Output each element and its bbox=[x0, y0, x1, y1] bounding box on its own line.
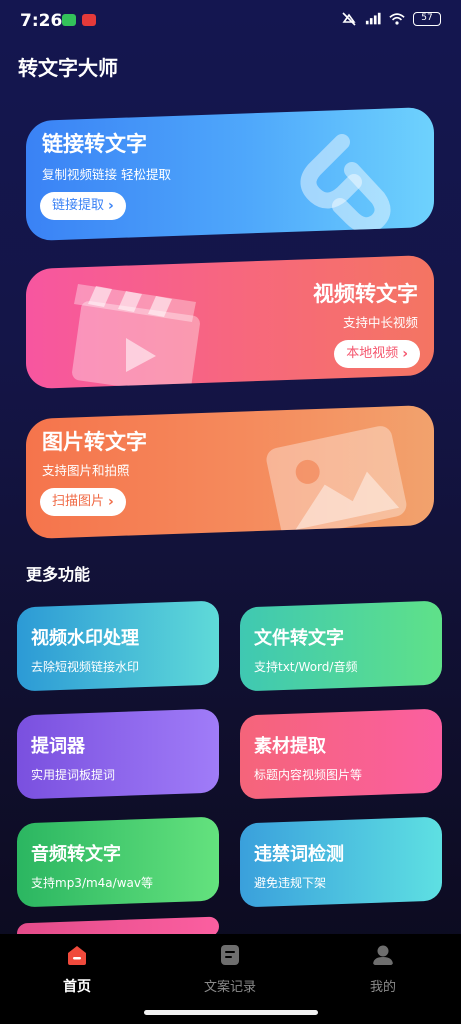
video-card-subtitle: 支持中长视频 bbox=[342, 315, 418, 330]
feature-subtitle: 标题内容视频图片等 bbox=[254, 768, 363, 782]
feature-title: 音频转文字 bbox=[31, 844, 121, 865]
feature-title: 视频水印处理 bbox=[31, 628, 139, 649]
image-to-text-card[interactable]: 图片转文字 支持图片和拍照 扫描图片 › bbox=[26, 404, 434, 540]
link-card-title: 链接转文字 bbox=[42, 132, 147, 156]
scan-image-label: 扫描图片 bbox=[52, 494, 105, 509]
nav-home[interactable]: 首页 bbox=[27, 944, 127, 996]
battery-indicator: 57 bbox=[413, 12, 441, 26]
status-icons: 57 bbox=[341, 12, 441, 26]
nav-mine-label: 我的 bbox=[369, 980, 396, 995]
feature-title: 素材提取 bbox=[254, 736, 326, 757]
mute-icon bbox=[342, 12, 356, 26]
image-card-subtitle: 支持图片和拍照 bbox=[42, 463, 130, 478]
link-card-subtitle: 复制视频链接 轻松提取 bbox=[42, 167, 171, 182]
feature-subtitle: 去除短视频链接水印 bbox=[31, 660, 140, 674]
feature-subtitle: 实用提词板提词 bbox=[31, 768, 116, 782]
chevron-right-icon: › bbox=[402, 346, 408, 362]
nav-home-label: 首页 bbox=[63, 979, 91, 995]
link-extract-button[interactable]: 链接提取 › bbox=[40, 192, 126, 220]
file-to-text-card[interactable]: 文件转文字 支持txt/Word/音频 bbox=[240, 600, 442, 692]
feature-subtitle: 支持txt/Word/音频 bbox=[254, 660, 358, 674]
app-title: 转文字大师 bbox=[18, 56, 118, 80]
app-notification-icon bbox=[82, 14, 96, 26]
teleprompter-card[interactable]: 提词器 实用提词板提词 bbox=[17, 708, 219, 800]
image-card-title: 图片转文字 bbox=[42, 430, 147, 454]
nav-mine[interactable]: 我的 bbox=[333, 944, 433, 995]
link-to-text-card[interactable]: 链接转文字 复制视频链接 轻松提取 链接提取 › bbox=[26, 106, 434, 242]
clapperboard-icon bbox=[72, 284, 200, 386]
audio-to-text-card[interactable]: 音频转文字 支持mp3/m4a/wav等 bbox=[17, 816, 219, 908]
wechat-notification-icon bbox=[62, 14, 76, 26]
link-chain-icon bbox=[300, 134, 391, 232]
nav-records-label: 文案记录 bbox=[203, 980, 256, 995]
watermark-removal-card[interactable]: 视频水印处理 去除短视频链接水印 bbox=[17, 600, 219, 692]
nav-records[interactable]: 文案记录 bbox=[180, 944, 280, 995]
video-to-text-card[interactable]: 视频转文字 支持中长视频 本地视频 › bbox=[26, 254, 434, 390]
more-features-title: 更多功能 bbox=[26, 565, 91, 584]
feature-title: 提词器 bbox=[31, 736, 85, 757]
banned-word-check-card[interactable]: 违禁词检测 避免违规下架 bbox=[240, 816, 442, 908]
user-icon bbox=[373, 945, 393, 965]
signal-icon bbox=[365, 12, 381, 25]
status-bar: 7:26 57 bbox=[0, 0, 461, 40]
document-icon bbox=[221, 945, 239, 965]
local-video-label: 本地视频 bbox=[346, 346, 399, 361]
feature-subtitle: 避免违规下架 bbox=[254, 876, 327, 890]
home-indicator bbox=[144, 1010, 318, 1015]
scan-image-button[interactable]: 扫描图片 › bbox=[40, 488, 126, 516]
feature-title: 文件转文字 bbox=[254, 628, 344, 649]
wifi-icon bbox=[389, 13, 405, 25]
video-card-title: 视频转文字 bbox=[313, 282, 418, 306]
local-video-button[interactable]: 本地视频 › bbox=[334, 340, 420, 368]
chevron-right-icon: › bbox=[108, 494, 114, 510]
link-extract-label: 链接提取 bbox=[52, 198, 105, 213]
feature-title: 违禁词检测 bbox=[254, 844, 344, 865]
feature-subtitle: 支持mp3/m4a/wav等 bbox=[31, 876, 153, 890]
chevron-right-icon: › bbox=[108, 198, 114, 214]
material-extract-card[interactable]: 素材提取 标题内容视频图片等 bbox=[240, 708, 442, 800]
picture-icon bbox=[266, 426, 407, 532]
status-time: 7:26 bbox=[20, 11, 63, 31]
home-icon bbox=[68, 946, 86, 965]
